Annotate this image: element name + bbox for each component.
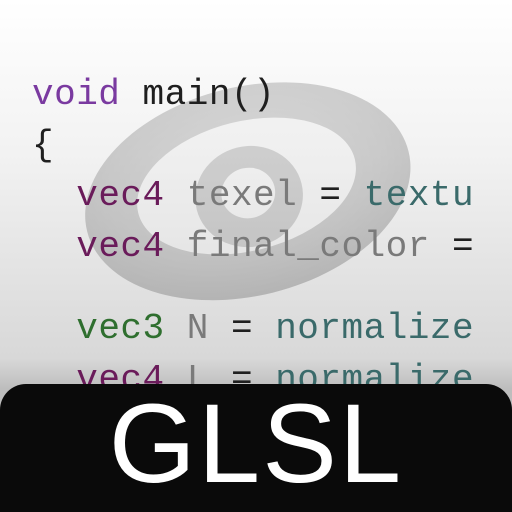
ident-N: N: [187, 308, 209, 349]
op-eq: =: [452, 226, 474, 267]
ident-final-color: final_color: [187, 226, 430, 267]
footer-band: GLSL: [0, 384, 512, 512]
keyword-void: void: [32, 74, 120, 115]
call-texture: textu: [364, 175, 475, 216]
code-block: void main() { vec4 texel = textu vec4 fi…: [0, 0, 512, 390]
type-vec4: vec4: [76, 175, 164, 216]
call-normalize: normalize: [275, 308, 474, 349]
code-panel: void main() { vec4 texel = textu vec4 fi…: [0, 0, 512, 390]
band-label: GLSL: [109, 388, 403, 500]
brace-open: {: [32, 125, 54, 166]
fn-main: main(): [143, 74, 276, 115]
type-vec3: vec3: [76, 308, 164, 349]
type-vec4: vec4: [76, 226, 164, 267]
op-eq: =: [231, 308, 253, 349]
op-eq: =: [319, 175, 341, 216]
ident-texel: texel: [187, 175, 298, 216]
blank-line: [32, 272, 512, 304]
